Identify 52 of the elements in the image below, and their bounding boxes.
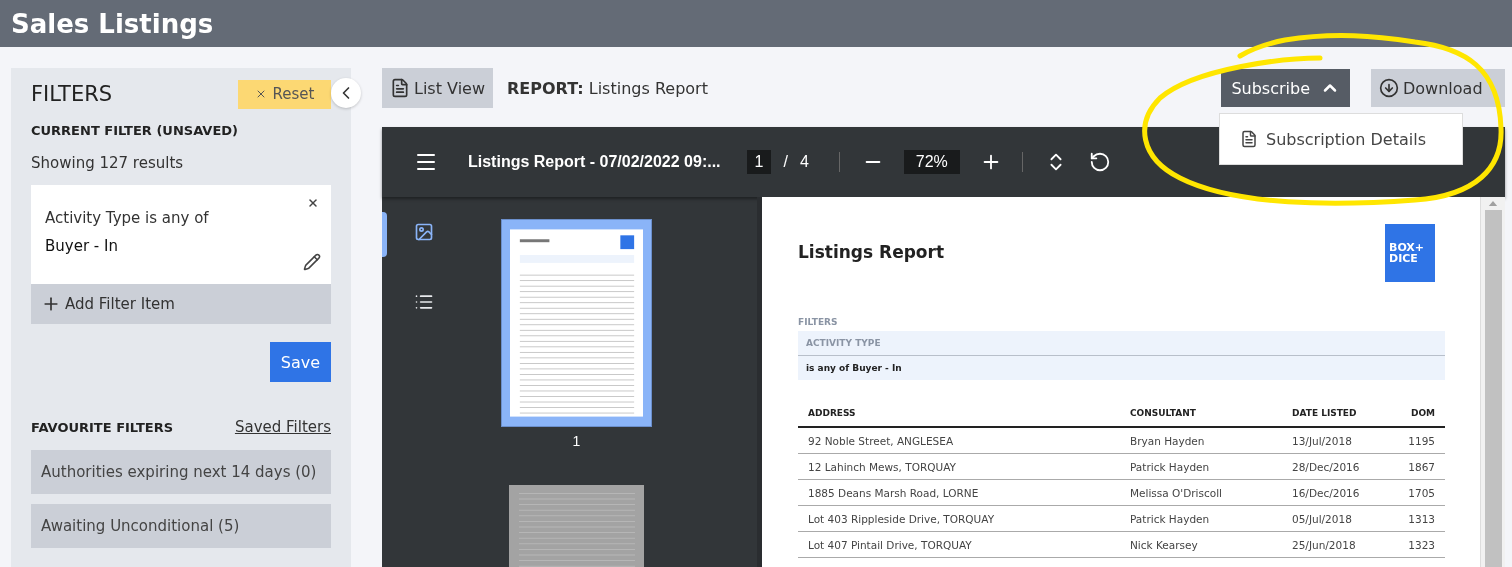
column-header: ADDRESS — [798, 408, 1120, 428]
zoom-field[interactable]: 72% — [903, 150, 960, 174]
filter-name: ACTIVITY TYPE — [798, 331, 1445, 356]
favourite-filter[interactable]: Authorities expiring next 14 days (0) — [31, 450, 331, 494]
download-button[interactable]: Download — [1371, 69, 1505, 107]
reset-button[interactable]: Reset — [238, 79, 331, 109]
table-cell: 16/Dec/2016 — [1282, 480, 1395, 506]
list-view-button[interactable]: List View — [382, 68, 494, 108]
column-header: DATE LISTED — [1282, 408, 1395, 428]
table-cell: Patrick Hayden — [1120, 506, 1282, 532]
result-count: Showing 127 results — [31, 154, 185, 172]
section-heading: CURRENT FILTER (UNSAVED) — [31, 123, 239, 138]
table-cell: Nick Kearsey — [1120, 532, 1282, 558]
filter-description: is any of Buyer - In — [805, 362, 903, 375]
table-cell: 1313 — [1395, 506, 1445, 532]
table-cell: Lot 403 Rippleside Drive, TORQUAY — [798, 506, 1120, 532]
filter-value: Buyer - In — [45, 237, 119, 255]
table-cell: 28/Dec/2016 — [1282, 454, 1395, 480]
table-cell: 92 Noble Street, ANGLESEA — [798, 428, 1120, 454]
favourite-filter[interactable]: Awaiting Unconditional (5) — [31, 504, 331, 548]
page-title: Sales Listings — [11, 8, 214, 39]
table-cell: Bryan Hayden — [1120, 428, 1282, 454]
table-cell: 1705 — [1395, 480, 1445, 506]
page-separator: / — [783, 153, 788, 171]
table-cell: 12 Lahinch Mews, TORQUAY — [798, 454, 1120, 480]
table-cell: 13/Jul/2018 — [1282, 428, 1395, 454]
table-cell: Melissa O'Driscoll — [1120, 480, 1282, 506]
table-cell: 1885 Deans Marsh Road, LORNE — [798, 480, 1120, 506]
page-count: 4 — [799, 153, 809, 171]
column-header: CONSULTANT — [1120, 408, 1282, 428]
table-cell: 1867 — [1395, 454, 1445, 480]
page-label: 1 — [572, 433, 581, 449]
filters-label: FILTERS — [798, 317, 839, 327]
table-cell: 25/Jun/2018 — [1282, 532, 1395, 558]
save-button[interactable]: Save — [270, 342, 331, 382]
page-number-field[interactable]: 1 — [746, 150, 772, 174]
table-cell: Patrick Hayden — [1120, 454, 1282, 480]
section-heading: FAVOURITE FILTERS — [31, 419, 174, 435]
table-cell: 1323 — [1395, 532, 1445, 558]
saved-filters-link[interactable]: Saved Filters — [234, 418, 331, 436]
table-cell: Lot 407 Pintail Drive, TORQUAY — [798, 532, 1120, 558]
add-filter-button[interactable]: Add Filter Item — [31, 284, 331, 324]
filter-condition: Activity Type is any of — [45, 209, 210, 227]
table-cell: 05/Jul/2018 — [1282, 506, 1395, 532]
menu-item[interactable]: Subscription Details — [1240, 129, 1426, 149]
report-title: Listings Report — [798, 242, 945, 264]
report-name: REPORT: Listings Report — [507, 78, 708, 98]
table-cell: 1195 — [1395, 428, 1445, 454]
subscribe-button[interactable]: Subscribe — [1221, 69, 1350, 107]
document-title: Listings Report - 07/02/2022 09:... — [468, 153, 721, 171]
panel-title: FILTERS — [31, 82, 113, 106]
column-header: DOM — [1395, 408, 1445, 428]
